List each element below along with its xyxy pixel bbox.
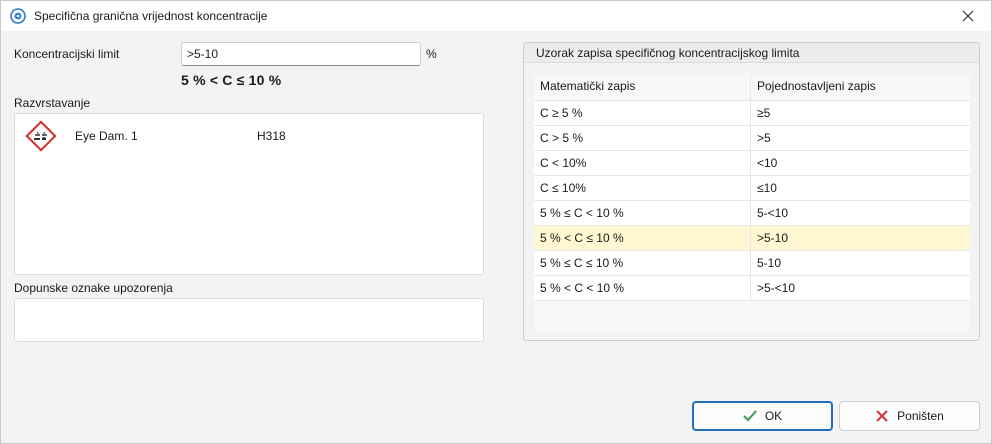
math-notation-cell: 5 % < C < 10 % — [534, 276, 751, 300]
formula-display: 5 % < C ≤ 10 % — [181, 72, 282, 88]
classification-name: Eye Dam. 1 — [75, 129, 138, 143]
simplified-notation-cell: ≥5 — [757, 106, 771, 120]
sample-notation-group: Uzorak zapisa specifičnog koncentracijsk… — [523, 42, 980, 341]
cancel-button[interactable]: Poništen — [839, 401, 980, 431]
math-notation-cell: C ≤ 10% — [534, 176, 751, 200]
concentration-limit-label: Koncentracijski limit — [14, 47, 120, 61]
dialog-window: Specifična granična vrijednost koncentra… — [0, 0, 992, 444]
table-row[interactable]: C ≤ 10% ≤10 — [534, 176, 970, 201]
supplementary-field[interactable] — [14, 298, 484, 342]
sample-notation-grid[interactable]: Matematički zapis Pojednostavljeni zapis… — [534, 74, 970, 332]
simplified-notation-cell: >5 — [757, 131, 771, 145]
math-notation-cell: C > 5 % — [534, 126, 751, 150]
math-notation-cell: 5 % ≤ C < 10 % — [534, 201, 751, 225]
classification-hcode: H318 — [257, 129, 286, 143]
cancel-button-label: Poništen — [897, 409, 944, 423]
simplified-notation-cell: >5-10 — [757, 231, 789, 245]
simplified-notation-cell: 5-<10 — [757, 206, 789, 220]
table-row-selected[interactable]: 5 % < C ≤ 10 % >5-10 — [534, 226, 970, 251]
close-icon — [962, 10, 974, 22]
ok-button[interactable]: OK — [692, 401, 833, 431]
table-row[interactable]: 5 % ≤ C < 10 % 5-<10 — [534, 201, 970, 226]
math-notation-cell: C < 10% — [534, 151, 751, 175]
table-row[interactable]: 5 % < C < 10 % >5-<10 — [534, 276, 970, 301]
supplementary-label: Dopunske oznake upozorenja — [14, 281, 173, 295]
app-icon — [10, 8, 26, 24]
grid-header: Matematički zapis Pojednostavljeni zapis — [534, 74, 970, 101]
math-notation-cell: C ≥ 5 % — [534, 101, 751, 125]
sample-notation-title: Uzorak zapisa specifičnog koncentracijsk… — [524, 43, 979, 63]
classification-item[interactable]: Eye Dam. 1 H318 — [25, 120, 475, 152]
title-bar: Specifična granična vrijednost koncentra… — [1, 1, 991, 31]
table-row[interactable]: C ≥ 5 % ≥5 — [534, 101, 970, 126]
classification-label: Razvrstavanje — [14, 96, 91, 110]
column-header-simplified[interactable]: Pojednostavljeni zapis — [751, 74, 970, 100]
simplified-notation-cell: ≤10 — [757, 181, 777, 195]
window-title: Specifična granična vrijednost koncentra… — [34, 9, 268, 23]
check-icon — [743, 410, 757, 422]
simplified-notation-cell: >5-<10 — [757, 281, 796, 295]
close-button[interactable] — [945, 1, 991, 31]
simplified-notation-cell: <10 — [757, 156, 778, 170]
x-icon — [876, 410, 888, 422]
ok-button-label: OK — [764, 409, 783, 423]
classification-list[interactable]: Eye Dam. 1 H318 — [14, 113, 484, 275]
ghs05-corrosion-icon — [25, 120, 57, 152]
table-row[interactable]: C < 10% <10 — [534, 151, 970, 176]
unit-label: % — [426, 47, 437, 61]
table-row[interactable]: 5 % ≤ C ≤ 10 % 5-10 — [534, 251, 970, 276]
column-header-math[interactable]: Matematički zapis — [534, 74, 751, 100]
concentration-limit-input[interactable] — [181, 42, 421, 66]
simplified-notation-cell: 5-10 — [757, 256, 782, 270]
math-notation-cell: 5 % ≤ C ≤ 10 % — [534, 251, 751, 275]
math-notation-cell: 5 % < C ≤ 10 % — [534, 226, 751, 250]
table-row[interactable]: C > 5 % >5 — [534, 126, 970, 151]
